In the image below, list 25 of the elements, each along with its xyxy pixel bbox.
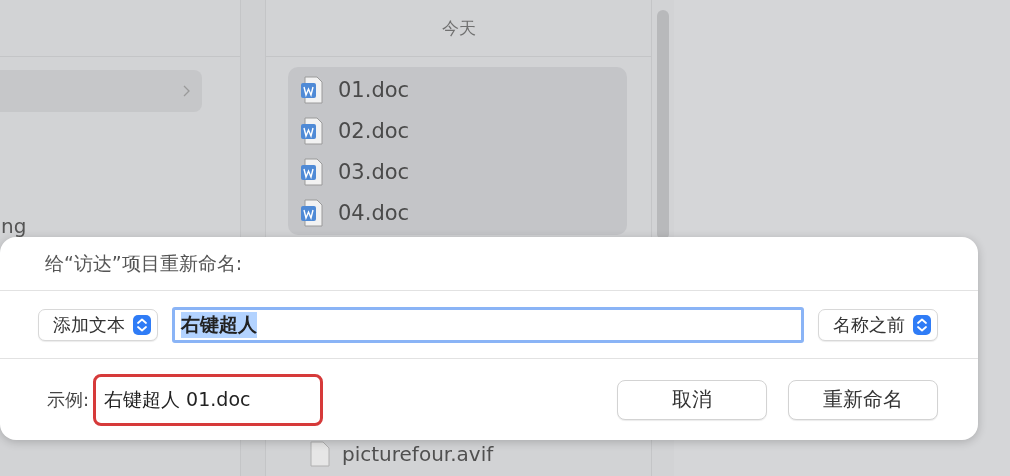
file-row[interactable]: 03.doc (288, 151, 627, 192)
file-row[interactable]: 01.doc (288, 69, 627, 110)
word-document-icon (300, 75, 324, 104)
file-row[interactable]: 04.doc (288, 192, 627, 233)
scrollbar-thumb[interactable] (657, 10, 669, 240)
example-preview: 右键超人 01.doc (93, 373, 324, 426)
example-label: 示例: (47, 387, 90, 412)
file-name: picturefour.avif (342, 442, 494, 466)
chevron-icon (183, 85, 190, 97)
group-header: 今天 (266, 0, 651, 57)
cancel-button[interactable]: 取消 (617, 379, 767, 420)
text-field[interactable]: 右键超人 (172, 306, 804, 343)
stepper-icon (913, 314, 931, 335)
word-document-icon (300, 116, 324, 145)
dialog-title: 给“访达”项目重新命名: (0, 237, 978, 291)
word-document-icon (300, 157, 324, 186)
sidebar-row[interactable] (0, 70, 202, 112)
file-name: ng (1, 214, 28, 238)
file-icon (310, 441, 330, 467)
position-popup[interactable]: 名称之前 (818, 308, 938, 341)
mode-popup[interactable]: 添加文本 (38, 308, 158, 341)
rename-button[interactable]: 重新命名 (788, 379, 938, 420)
word-document-icon (300, 198, 324, 227)
file-row[interactable]: 02.doc (288, 110, 627, 151)
stepper-icon (133, 314, 151, 335)
